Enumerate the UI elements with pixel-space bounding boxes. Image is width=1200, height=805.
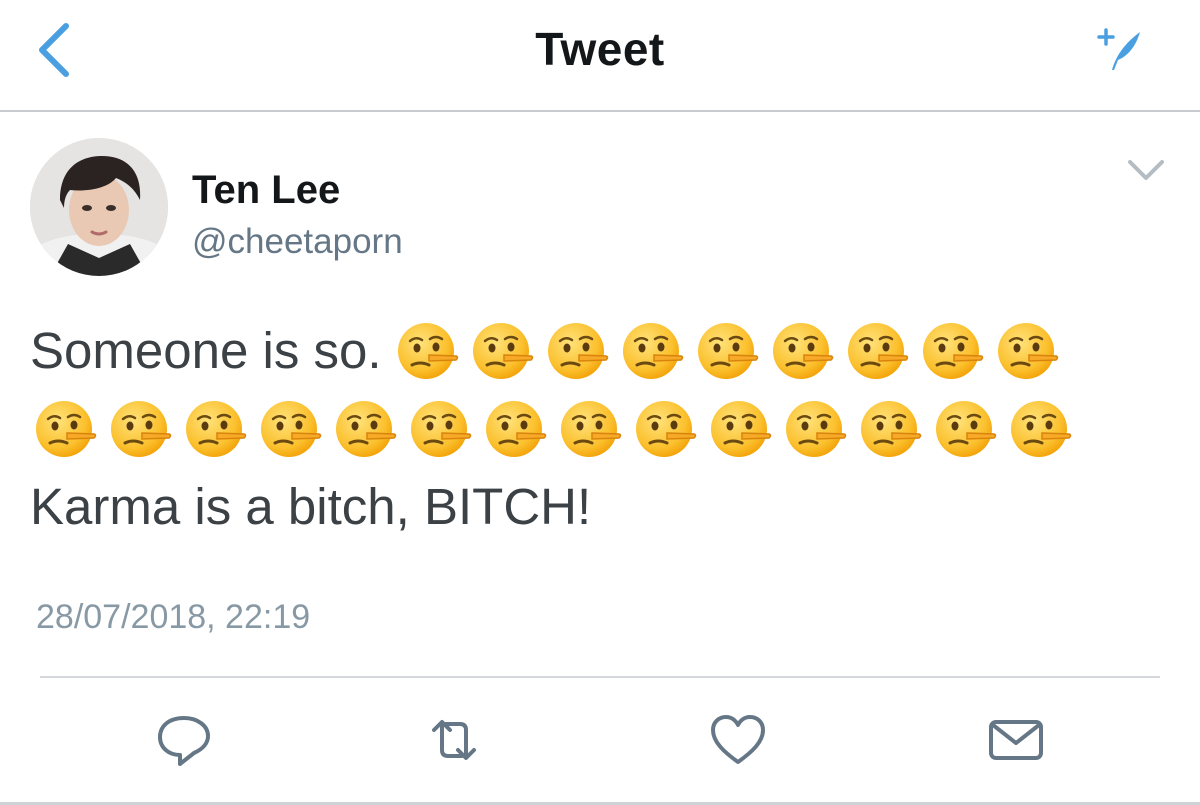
- like-button[interactable]: [706, 708, 770, 772]
- lying-face-emoji: [1009, 397, 1073, 461]
- tweet-line-3: Karma is a bitch, BITCH!: [30, 468, 1180, 546]
- lying-face-emoji: [484, 397, 548, 461]
- lying-face-emoji: [334, 397, 398, 461]
- share-button[interactable]: [984, 708, 1048, 772]
- tweet-text-line-3: Karma is a bitch, BITCH!: [30, 478, 592, 535]
- lying-face-emoji: [996, 319, 1060, 383]
- more-options-button[interactable]: [1122, 150, 1170, 190]
- mail-icon: [989, 720, 1043, 760]
- display-name[interactable]: Ten Lee: [192, 168, 340, 213]
- lying-face-emoji: [109, 397, 173, 461]
- compose-tweet-icon: [1097, 28, 1140, 70]
- lying-face-emoji: [771, 319, 835, 383]
- lying-face-emoji: [471, 319, 535, 383]
- lying-face-emoji: [921, 319, 985, 383]
- chevron-down-icon: [1128, 160, 1164, 180]
- emoji-group-1: [396, 319, 1060, 383]
- profile-photo: [30, 138, 168, 276]
- avatar[interactable]: [30, 138, 168, 276]
- navigation-bar: Tweet: [0, 0, 1200, 112]
- lying-face-emoji: [409, 397, 473, 461]
- heart-icon: [711, 715, 765, 764]
- divider: [40, 676, 1160, 678]
- compose-button[interactable]: [1092, 22, 1148, 78]
- lying-face-emoji: [259, 397, 323, 461]
- lying-face-emoji: [696, 319, 760, 383]
- lying-face-emoji: [184, 397, 248, 461]
- lying-face-emoji: [396, 319, 460, 383]
- tweet-text: Someone is so. Karma is a bitch, BITCH!: [30, 312, 1180, 546]
- lying-face-emoji: [846, 319, 910, 383]
- tweet-text-line-1: Someone is so.: [30, 322, 382, 379]
- user-handle[interactable]: @cheetaporn: [192, 222, 403, 262]
- lying-face-emoji: [34, 397, 98, 461]
- lying-face-emoji: [546, 319, 610, 383]
- retweet-button[interactable]: [422, 708, 486, 772]
- lying-face-emoji: [934, 397, 998, 461]
- tweet-timestamp: 28/07/2018, 22:19: [36, 598, 311, 636]
- lying-face-emoji: [634, 397, 698, 461]
- lying-face-emoji: [621, 319, 685, 383]
- tweet-line-2: [30, 390, 1180, 468]
- reply-button[interactable]: [152, 708, 216, 772]
- lying-face-emoji: [784, 397, 848, 461]
- page-title: Tweet: [535, 23, 665, 75]
- retweet-icon: [432, 720, 476, 760]
- reply-icon: [158, 716, 210, 766]
- lying-face-emoji: [559, 397, 623, 461]
- lying-face-emoji: [859, 397, 923, 461]
- tweet-line-1: Someone is so.: [30, 312, 1180, 390]
- emoji-group-2: [34, 397, 1073, 461]
- lying-face-emoji: [709, 397, 773, 461]
